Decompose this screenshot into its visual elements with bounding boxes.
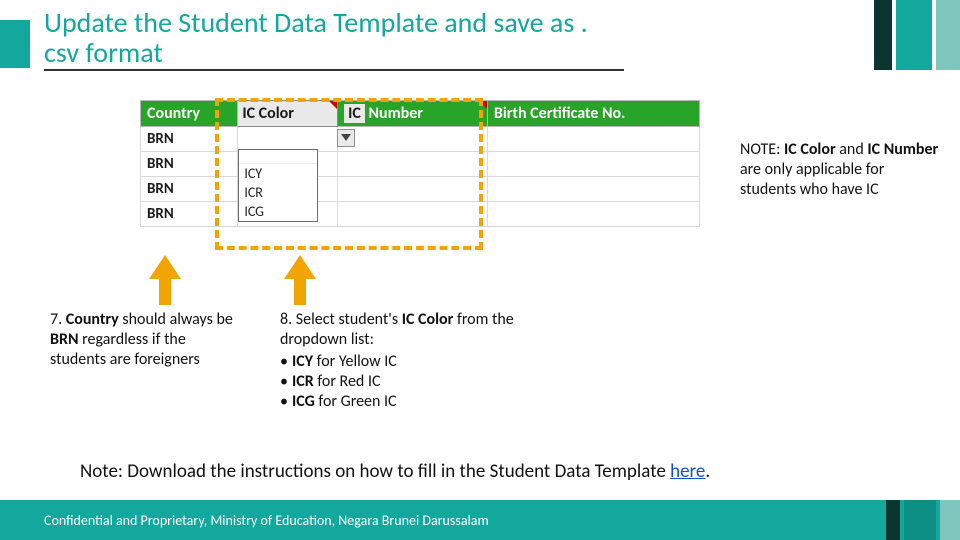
cell-country: BRN	[141, 177, 238, 202]
col-header-country: Country	[141, 101, 238, 127]
col-header-ic-number: IC Number	[338, 101, 488, 127]
page-title: Update the Student Data Template and sav…	[44, 8, 624, 71]
list-item: ICG for Green IC	[280, 392, 540, 412]
dropdown-option[interactable]: ICY	[239, 164, 317, 183]
note-ic-applicability: NOTE: IC Color and IC Number are only ap…	[740, 140, 940, 200]
table-row: BRN	[141, 152, 700, 177]
chevron-down-icon	[341, 134, 351, 142]
footer-bar: Confidential and Proprietary, Ministry o…	[0, 500, 960, 540]
dropdown-list[interactable]: ICY ICR ICG	[238, 149, 318, 222]
cell-country: BRN	[141, 127, 238, 152]
dropdown-option[interactable]: ICG	[239, 202, 317, 221]
dropdown-button[interactable]	[337, 129, 355, 147]
step-7-caption: 7. Country should always be BRN regardle…	[50, 310, 240, 370]
list-item: ICY for Yellow IC	[280, 352, 540, 372]
step-8-caption: 8. Select student's IC Color from the dr…	[280, 310, 540, 412]
table-row: BRN	[141, 202, 700, 227]
top-right-accent	[874, 0, 960, 70]
cell-ic-color-dropdown[interactable]: ICY ICR ICG	[238, 127, 338, 152]
arrow-up-icon	[280, 255, 320, 305]
table-row: BRN	[141, 177, 700, 202]
footer-right-accent	[886, 500, 960, 540]
footer-text: Confidential and Proprietary, Ministry o…	[44, 512, 489, 529]
col-header-ic-color: IC Color	[238, 101, 338, 127]
bottom-download-note: Note: Download the instructions on how t…	[80, 460, 900, 483]
cell-ic-number	[338, 127, 488, 152]
cell-country: BRN	[141, 152, 238, 177]
cell-birth-cert	[487, 127, 699, 152]
arrow-up-icon	[145, 255, 185, 305]
dropdown-option[interactable]: ICR	[239, 183, 317, 202]
instructions-link[interactable]: here	[670, 460, 705, 483]
table-row: BRN ICY ICR ICG	[141, 127, 700, 152]
top-left-accent	[0, 20, 30, 68]
cell-country: BRN	[141, 202, 238, 227]
student-data-table: Country IC Color IC Number Birth Certifi…	[140, 100, 700, 227]
col-header-birth-cert: Birth Certificate No.	[487, 101, 699, 127]
list-item: ICR for Red IC	[280, 372, 540, 392]
excel-table-area: Country IC Color IC Number Birth Certifi…	[140, 100, 700, 227]
